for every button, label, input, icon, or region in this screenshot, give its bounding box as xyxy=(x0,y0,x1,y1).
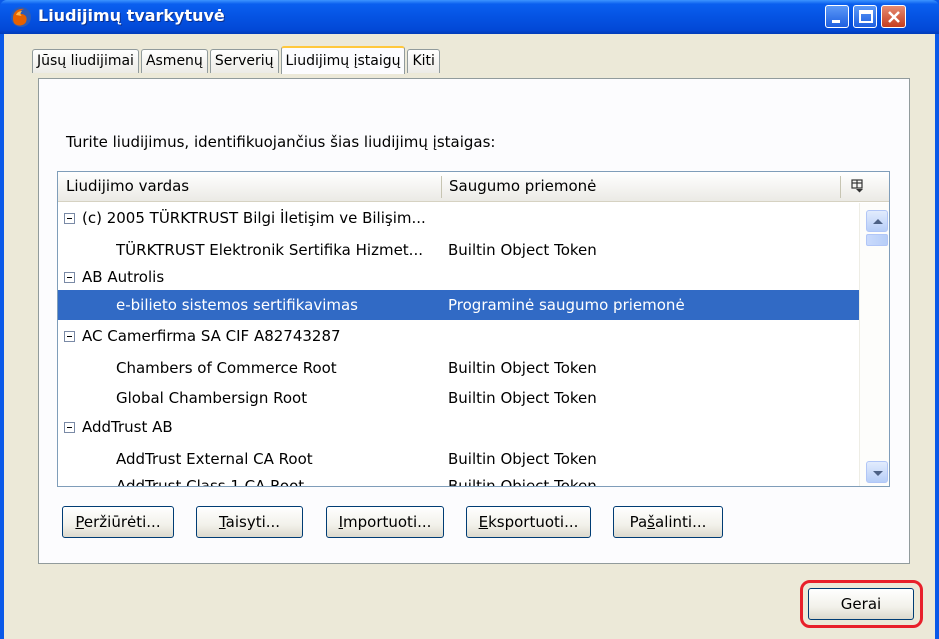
column-separator[interactable] xyxy=(441,176,442,198)
mnemonic: T xyxy=(218,513,226,531)
row-name: AddTrust External CA Root xyxy=(116,450,313,468)
row-name: AddTrust Class 1 CA Root xyxy=(116,477,305,487)
collapse-twisty-icon[interactable] xyxy=(64,422,75,433)
delete-button[interactable]: Pašalinti... xyxy=(613,506,723,538)
tree-row-selected[interactable]: e-bilieto sistemos sertifikavimas Progra… xyxy=(58,290,859,320)
certificate-tree[interactable]: Liudijimo vardas Saugumo priemonė (c) 20… xyxy=(57,171,890,487)
minimize-button[interactable] xyxy=(825,5,849,28)
column-header-token[interactable]: Saugumo priemonė xyxy=(449,177,596,195)
mnemonic: E xyxy=(478,513,489,531)
close-button[interactable] xyxy=(881,5,906,28)
column-header-name[interactable]: Liudijimo vardas xyxy=(66,177,189,195)
certificate-manager-window: Liudijimų tvarkytuvė Jūsų liudijimai Asm… xyxy=(0,0,939,639)
tree-row[interactable]: AddTrust External CA Root Builtin Object… xyxy=(58,444,859,474)
row-name: e-bilieto sistemos sertifikavimas xyxy=(116,296,358,314)
tree-row[interactable]: AddTrust Class 1 CA Root Builtin Object … xyxy=(58,471,859,487)
column-separator[interactable] xyxy=(840,176,841,198)
collapse-twisty-icon[interactable] xyxy=(64,213,75,224)
tree-header: Liudijimo vardas Saugumo priemonė xyxy=(58,172,889,202)
tree-row[interactable]: Global Chambersign Root Builtin Object T… xyxy=(58,383,859,413)
vertical-scrollbar[interactable] xyxy=(859,203,889,486)
row-name: Global Chambersign Root xyxy=(116,389,308,407)
minimize-icon xyxy=(832,20,840,23)
button-label: Pa xyxy=(629,513,648,531)
mnemonic: š xyxy=(647,513,655,531)
row-token: Builtin Object Token xyxy=(448,359,597,377)
ok-button[interactable]: Gerai xyxy=(808,588,914,620)
row-token: Programinė saugumo priemonė xyxy=(448,296,685,314)
tree-rows: (c) 2005 TÜRKTRUST Bilgi İletişim ve Bil… xyxy=(58,203,859,487)
view-button[interactable]: Peržiūrėti... xyxy=(62,506,174,538)
row-name: Chambers of Commerce Root xyxy=(116,359,337,377)
scroll-up-button[interactable] xyxy=(866,210,888,232)
button-label: mportuoti... xyxy=(343,513,432,531)
tree-row[interactable]: TÜRKTRUST Elektronik Sertifika Hizmet...… xyxy=(58,235,859,265)
tab-servers[interactable]: Serverių xyxy=(209,49,279,73)
maximize-button[interactable] xyxy=(853,5,877,28)
tab-strip: Jūsų liudijimai Asmenų Serverių Liudijim… xyxy=(32,46,442,74)
collapse-twisty-icon[interactable] xyxy=(64,331,75,342)
row-name: (c) 2005 TÜRKTRUST Bilgi İletişim ve Bil… xyxy=(82,209,426,227)
window-title: Liudijimų tvarkytuvė xyxy=(38,6,225,25)
tree-row[interactable]: Chambers of Commerce Root Builtin Object… xyxy=(58,353,859,383)
title-bar[interactable]: Liudijimų tvarkytuvė xyxy=(0,0,939,34)
tab-your-certificates[interactable]: Jūsų liudijimai xyxy=(32,49,139,73)
firefox-icon xyxy=(11,7,31,27)
tree-group-row[interactable]: (c) 2005 TÜRKTRUST Bilgi İletişim ve Bil… xyxy=(58,203,859,233)
tree-group-row[interactable]: AB Autrolis xyxy=(58,262,859,292)
scroll-thumb[interactable] xyxy=(866,234,888,246)
button-label: eržiūrėti... xyxy=(83,513,161,531)
row-token: Builtin Object Token xyxy=(448,241,597,259)
row-name: AddTrust AB xyxy=(82,418,173,436)
tab-authorities[interactable]: Liudijimų įstaigų xyxy=(280,46,406,74)
import-button[interactable]: Importuoti... xyxy=(326,506,444,538)
row-token: Builtin Object Token xyxy=(448,389,597,407)
row-name: TÜRKTRUST Elektronik Sertifika Hizmet... xyxy=(116,241,423,259)
close-icon xyxy=(888,11,900,23)
tab-people[interactable]: Asmenų xyxy=(140,49,208,73)
row-name: AC Camerfirma SA CIF A82743287 xyxy=(82,327,341,345)
row-token: Builtin Object Token xyxy=(448,477,597,487)
mnemonic: P xyxy=(75,513,84,531)
row-token: Builtin Object Token xyxy=(448,450,597,468)
arrow-down-icon xyxy=(873,471,883,476)
export-button[interactable]: Eksportuoti... xyxy=(466,506,591,538)
row-name: AB Autrolis xyxy=(82,268,165,286)
tab-others[interactable]: Kiti xyxy=(407,49,440,73)
maximize-icon xyxy=(859,10,873,23)
scroll-down-button[interactable] xyxy=(866,461,888,483)
arrow-up-icon xyxy=(873,219,883,224)
column-picker-icon[interactable] xyxy=(851,179,865,193)
edit-button[interactable]: Taisyti... xyxy=(196,506,303,538)
intro-text: Turite liudijimus, identifikuojančius ši… xyxy=(66,133,496,151)
button-label: aisyti... xyxy=(225,513,281,531)
collapse-twisty-icon[interactable] xyxy=(64,272,75,283)
button-label: ksportuoti... xyxy=(488,513,579,531)
tree-group-row[interactable]: AC Camerfirma SA CIF A82743287 xyxy=(58,321,859,351)
tree-group-row[interactable]: AddTrust AB xyxy=(58,412,859,442)
button-label: alinti... xyxy=(655,513,707,531)
